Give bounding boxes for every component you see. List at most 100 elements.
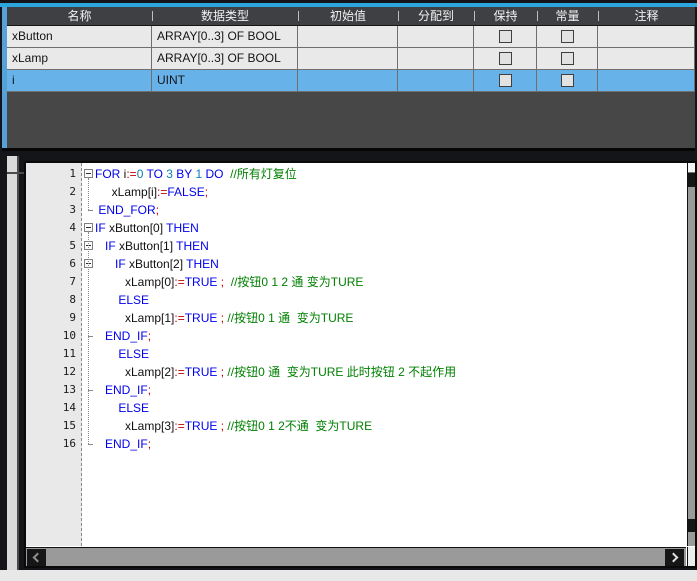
cell[interactable] — [298, 26, 398, 47]
code-token: THEN — [173, 239, 209, 253]
column-header[interactable]: 保持 — [474, 7, 537, 25]
fold-end-tick — [88, 336, 93, 337]
code-token: BY — [173, 167, 195, 181]
line-number[interactable]: 14 — [26, 399, 81, 417]
code-line[interactable]: xLamp[3]:=TRUE ; //按钮0 1 2不通 变为TURE — [95, 417, 686, 435]
variable-table: 名称数据类型初始值分配到保持常量注释 xButtonARRAY[0..3] OF… — [7, 7, 695, 92]
cell[interactable] — [598, 70, 695, 91]
variable-row[interactable]: iUINT — [7, 70, 695, 92]
line-number[interactable]: 1 — [26, 165, 81, 183]
scroll-up-button[interactable] — [688, 163, 695, 173]
code-token: THEN — [163, 221, 199, 235]
constant-checkbox[interactable] — [561, 30, 574, 43]
vertical-scrollbar-thumb[interactable] — [688, 173, 695, 187]
code-token: xLamp[2] — [95, 365, 174, 379]
cell[interactable]: UINT — [152, 70, 298, 91]
line-number[interactable]: 10 — [26, 327, 81, 345]
code-token: := — [174, 311, 184, 325]
horizontal-scrollbar[interactable] — [26, 547, 686, 566]
constant-checkbox[interactable] — [561, 52, 574, 65]
line-number-gutter[interactable]: 12345678910111213141516 — [26, 163, 82, 546]
line-number[interactable]: 4 — [26, 219, 81, 237]
scrollbar-corner — [687, 547, 695, 566]
cell[interactable] — [598, 26, 695, 47]
code-line[interactable]: END_IF; — [95, 327, 686, 345]
panel-splitter[interactable] — [7, 156, 19, 570]
cell[interactable] — [598, 48, 695, 69]
code-token: := — [157, 185, 167, 199]
cell[interactable]: xButton — [7, 26, 152, 47]
column-header[interactable]: 数据类型 — [152, 7, 298, 25]
variable-declaration-panel: 名称数据类型初始值分配到保持常量注释 xButtonARRAY[0..3] OF… — [2, 7, 695, 151]
cell[interactable] — [298, 48, 398, 69]
code-line[interactable]: IF xButton[0] THEN — [95, 219, 686, 237]
constant-checkbox[interactable] — [561, 74, 574, 87]
code-line[interactable]: xLamp[2]:=TRUE ; //按钮0 通 变为TURE 此时按钮 2 不… — [95, 363, 686, 381]
line-number[interactable]: 5 — [26, 237, 81, 255]
code-token: //按钮0 1 2不通 变为TURE — [224, 419, 372, 433]
code-line[interactable]: xLamp[0]:=TRUE ; //按钮0 1 2 通 变为TURE — [95, 273, 686, 291]
code-editing-area[interactable]: 12345678910111213141516 FOR i:=0 TO 3 BY… — [26, 163, 686, 546]
code-token: IF — [95, 239, 116, 253]
cell[interactable] — [298, 70, 398, 91]
line-number[interactable]: 9 — [26, 309, 81, 327]
column-header[interactable]: 常量 — [537, 7, 598, 25]
line-number[interactable]: 15 — [26, 417, 81, 435]
code-token: ELSE — [95, 293, 149, 307]
scroll-right-button[interactable] — [665, 549, 684, 566]
code-line[interactable]: ELSE — [95, 291, 686, 309]
code-token: IF — [95, 257, 126, 271]
line-number[interactable]: 2 — [26, 183, 81, 201]
line-number[interactable]: 12 — [26, 363, 81, 381]
column-header[interactable]: 注释 — [598, 7, 695, 25]
cell[interactable]: ARRAY[0..3] OF BOOL — [152, 26, 298, 47]
scroll-left-button[interactable] — [27, 549, 46, 566]
cell[interactable] — [398, 70, 474, 91]
variable-row[interactable]: xLampARRAY[0..3] OF BOOL — [7, 48, 695, 70]
code-line[interactable]: END_IF; — [95, 435, 686, 453]
vertical-scrollbar[interactable] — [687, 163, 695, 546]
fold-guide-line — [88, 232, 89, 444]
code-line[interactable]: IF xButton[1] THEN — [95, 237, 686, 255]
code-line[interactable]: xLamp[i]:=FALSE; — [95, 183, 686, 201]
cell[interactable] — [398, 26, 474, 47]
line-number[interactable]: 8 — [26, 291, 81, 309]
constant-cell — [537, 70, 598, 91]
cell[interactable]: ARRAY[0..3] OF BOOL — [152, 48, 298, 69]
code-line[interactable]: FOR i:=0 TO 3 BY 1 DO //所有灯复位 — [95, 165, 686, 183]
st-code-editor: 12345678910111213141516 FOR i:=0 TO 3 BY… — [24, 161, 697, 568]
fold-collapse-icon[interactable] — [84, 169, 93, 178]
code-line[interactable]: IF xButton[2] THEN — [95, 255, 686, 273]
line-number[interactable]: 6 — [26, 255, 81, 273]
cell[interactable] — [398, 48, 474, 69]
code-token: END_IF — [95, 329, 148, 343]
variable-row[interactable]: xButtonARRAY[0..3] OF BOOL — [7, 26, 695, 48]
code-line[interactable]: END_FOR; — [95, 201, 686, 219]
scroll-down-button[interactable] — [688, 519, 695, 532]
retain-checkbox[interactable] — [499, 30, 512, 43]
code-token: END_FOR — [95, 203, 156, 217]
code-line[interactable]: ELSE — [95, 399, 686, 417]
code-token: := — [126, 167, 136, 181]
cell[interactable]: i — [7, 70, 152, 91]
retain-checkbox[interactable] — [499, 52, 512, 65]
column-header[interactable]: 分配到 — [398, 7, 474, 25]
line-number[interactable]: 7 — [26, 273, 81, 291]
code-line[interactable]: xLamp[1]:=TRUE ; //按钮0 1 通 变为TURE — [95, 309, 686, 327]
line-number[interactable]: 3 — [26, 201, 81, 219]
column-header[interactable]: 初始值 — [298, 7, 398, 25]
line-number[interactable]: 13 — [26, 381, 81, 399]
code-line[interactable]: END_IF; — [95, 381, 686, 399]
fold-end-tick — [88, 210, 93, 211]
code-line[interactable]: ELSE — [95, 345, 686, 363]
code-token: xButton[0] — [106, 221, 163, 235]
code-token: THEN — [183, 257, 219, 271]
fold-collapse-icon[interactable] — [84, 223, 93, 232]
cell[interactable]: xLamp — [7, 48, 152, 69]
column-header[interactable]: 名称 — [7, 7, 152, 25]
code-token: ; — [148, 437, 151, 451]
retain-checkbox[interactable] — [499, 74, 512, 87]
line-number[interactable]: 16 — [26, 435, 81, 453]
code-token: FALSE — [167, 185, 204, 199]
line-number[interactable]: 11 — [26, 345, 81, 363]
